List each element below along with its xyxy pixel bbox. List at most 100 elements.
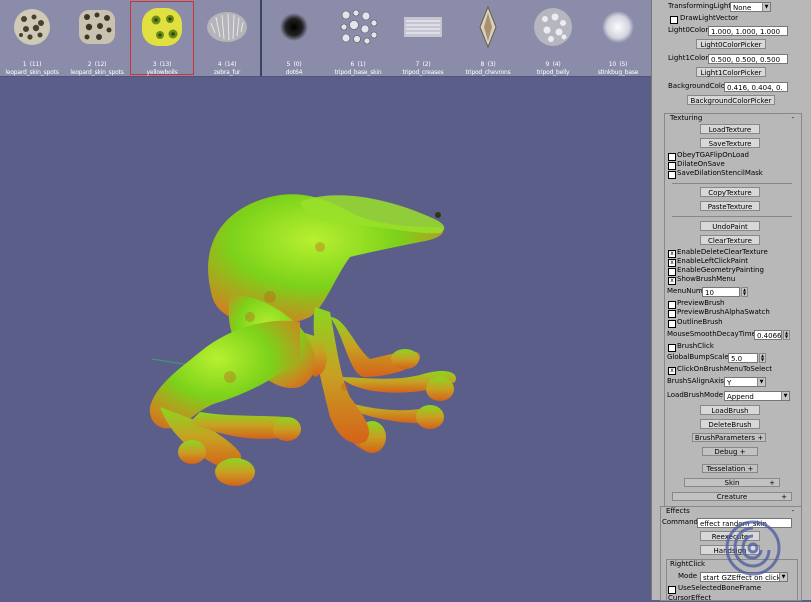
menu-num-field[interactable]: 10: [702, 287, 740, 297]
light0-color-field[interactable]: 1.000, 1.000, 1.000: [708, 26, 788, 36]
brush-name: tripod_base_skin: [334, 69, 382, 76]
show-brush-menu-checkbox[interactable]: x: [668, 277, 676, 285]
light1-color-label: Light1Color: [668, 54, 709, 62]
brush-name: dot64: [285, 69, 303, 76]
click-on-brush-checkbox[interactable]: x: [668, 367, 676, 375]
light0-color-label: Light0Color: [668, 26, 709, 34]
load-mode-dropdown[interactable]: Append ▼: [724, 391, 790, 401]
mouse-decay-field[interactable]: 0.4066: [754, 330, 782, 340]
brush-belly-icon: [531, 5, 575, 49]
command-label: Command: [662, 518, 698, 526]
brush-thumbnail-7[interactable]: 7 (2) tripod_creases: [391, 1, 455, 76]
creature-rollout[interactable]: Creature +: [672, 492, 792, 501]
brush-thumbnail-6[interactable]: 6 (1) tripod_base_skin: [326, 1, 390, 76]
brush-thumbnail-2[interactable]: 2 (12) leopard_skin_spots: [65, 1, 129, 76]
brush-name: stinkbug_base: [597, 69, 639, 76]
save-dilation-checkbox[interactable]: [668, 171, 676, 179]
collapse-icon[interactable]: -: [791, 114, 794, 123]
click-on-brush-label: ClickOnBrushMenuToSelect: [677, 365, 773, 373]
transforming-light-label: TransformingLight: [668, 2, 732, 10]
light0-color-picker-button[interactable]: Light0ColorPicker: [696, 39, 766, 49]
brush-index: 9 (4): [545, 61, 561, 68]
collapse-icon[interactable]: -: [791, 507, 794, 516]
menu-num-stepper[interactable]: ▲ ▼: [741, 287, 748, 297]
debug-rollout[interactable]: Debug +: [702, 447, 758, 456]
enable-delete-clear-checkbox[interactable]: x: [668, 250, 676, 258]
brush-fur-icon: [205, 5, 249, 49]
chevron-down-icon: ▼: [757, 378, 765, 386]
brush-index: 8 (3): [480, 61, 496, 68]
brush-name: zebra_fur: [213, 69, 241, 76]
brush-parameters-rollout[interactable]: BrushParameters +: [692, 433, 766, 442]
brush-stinkbug-icon: [596, 5, 640, 49]
draw-light-vector-checkbox[interactable]: [670, 16, 678, 24]
brush-thumbnail-4[interactable]: 4 (14) zebra_fur: [195, 1, 259, 76]
brush-index: 3 (13): [152, 61, 172, 68]
effects-header[interactable]: Effects -: [662, 506, 798, 516]
rightclick-header: RightClick: [670, 560, 706, 568]
brush-leopard-icon: [75, 5, 119, 49]
creature-model: [149, 194, 456, 486]
paste-texture-button[interactable]: PasteTexture: [700, 201, 760, 211]
transforming-light-dropdown[interactable]: None ▼: [730, 2, 771, 12]
load-mode-label: LoadBrushMode: [667, 391, 724, 399]
brush-click-label: BrushClick: [677, 342, 714, 350]
brush-leopard-icon: [10, 5, 54, 49]
light1-color-picker-button[interactable]: Light1ColorPicker: [696, 67, 766, 77]
brush-thumbnail-10[interactable]: 10 (5) stinkbug_base: [586, 1, 650, 76]
enable-geometry-checkbox[interactable]: [668, 268, 676, 276]
preview-alpha-checkbox[interactable]: [668, 310, 676, 318]
mouse-decay-stepper[interactable]: ▲ ▼: [783, 330, 790, 340]
brush-index: 4 (14): [217, 61, 237, 68]
outline-brush-checkbox[interactable]: [668, 320, 676, 328]
preview-brush-checkbox[interactable]: [668, 301, 676, 309]
clear-texture-button[interactable]: ClearTexture: [700, 235, 760, 245]
skin-rollout[interactable]: Skin +: [684, 478, 780, 487]
brush-thumbnail-5[interactable]: 5 (0) dot64: [262, 1, 326, 76]
light1-color-field[interactable]: 0.500, 0.500, 0.500: [708, 54, 788, 64]
divider: [672, 216, 792, 217]
brush-click-checkbox[interactable]: [668, 344, 676, 352]
load-brush-button[interactable]: LoadBrush: [700, 405, 760, 415]
brush-yellowboils-icon: [140, 5, 184, 49]
3d-viewport[interactable]: [0, 77, 651, 600]
texturing-header[interactable]: Texturing -: [666, 113, 798, 123]
brush-thumbnail-8[interactable]: 8 (3) tripod_chevrons: [456, 1, 520, 76]
outline-brush-label: OutlineBrush: [677, 318, 723, 326]
global-bump-field[interactable]: 5.0: [728, 353, 758, 363]
save-texture-button[interactable]: SaveTexture: [700, 138, 760, 148]
brush-thumbnail-9[interactable]: 9 (4) tripod_belly: [521, 1, 585, 76]
load-texture-button[interactable]: LoadTexture: [700, 124, 760, 134]
enable-left-click-checkbox[interactable]: x: [668, 259, 676, 267]
brush-index: 7 (2): [415, 61, 431, 68]
expand-icon: +: [747, 465, 754, 473]
brush-index: 5 (0): [286, 61, 302, 68]
save-dilation-label: SaveDilationStencilMask: [677, 169, 763, 177]
delete-brush-button[interactable]: DeleteBrush: [700, 419, 760, 429]
background-color-label: BackgroundColor: [668, 82, 729, 90]
chevron-down-icon: ▼: [781, 392, 789, 400]
divider: [672, 183, 792, 184]
brush-creases-icon: [401, 5, 445, 49]
expand-icon: +: [781, 493, 787, 501]
dilate-on-save-checkbox[interactable]: [668, 162, 676, 170]
obey-tga-checkbox[interactable]: [668, 153, 676, 161]
copy-texture-button[interactable]: CopyTexture: [700, 187, 760, 197]
brush-name: tripod_belly: [536, 69, 570, 76]
undo-paint-button[interactable]: UndoPaint: [700, 221, 760, 231]
mode-label: Mode: [678, 572, 698, 580]
background-color-picker-button[interactable]: BackgroundColorPicker: [687, 95, 775, 105]
tesselation-rollout[interactable]: Tesselation +: [702, 464, 758, 473]
brush-chevrons-icon: [466, 5, 510, 49]
expand-icon: +: [739, 448, 746, 456]
brush-name: leopard_skin_spots: [70, 69, 124, 76]
global-bump-stepper[interactable]: ▲ ▼: [759, 353, 766, 363]
align-axis-dropdown[interactable]: Y ▼: [724, 377, 766, 387]
brush-thumbnail-1[interactable]: 1 (11) leopard_skin_spots: [0, 1, 64, 76]
brush-bubbles-icon: [336, 5, 380, 49]
show-brush-menu-label: ShowBrushMenu: [677, 275, 736, 283]
chevron-down-icon: ▼: [762, 3, 770, 11]
brush-thumbnail-3[interactable]: 3 (13) yellowboils: [130, 1, 194, 76]
control-panel: TransformingLight None ▼ DrawLightVector…: [651, 0, 811, 601]
background-color-field[interactable]: 0.416, 0.404, 0.: [724, 82, 788, 92]
